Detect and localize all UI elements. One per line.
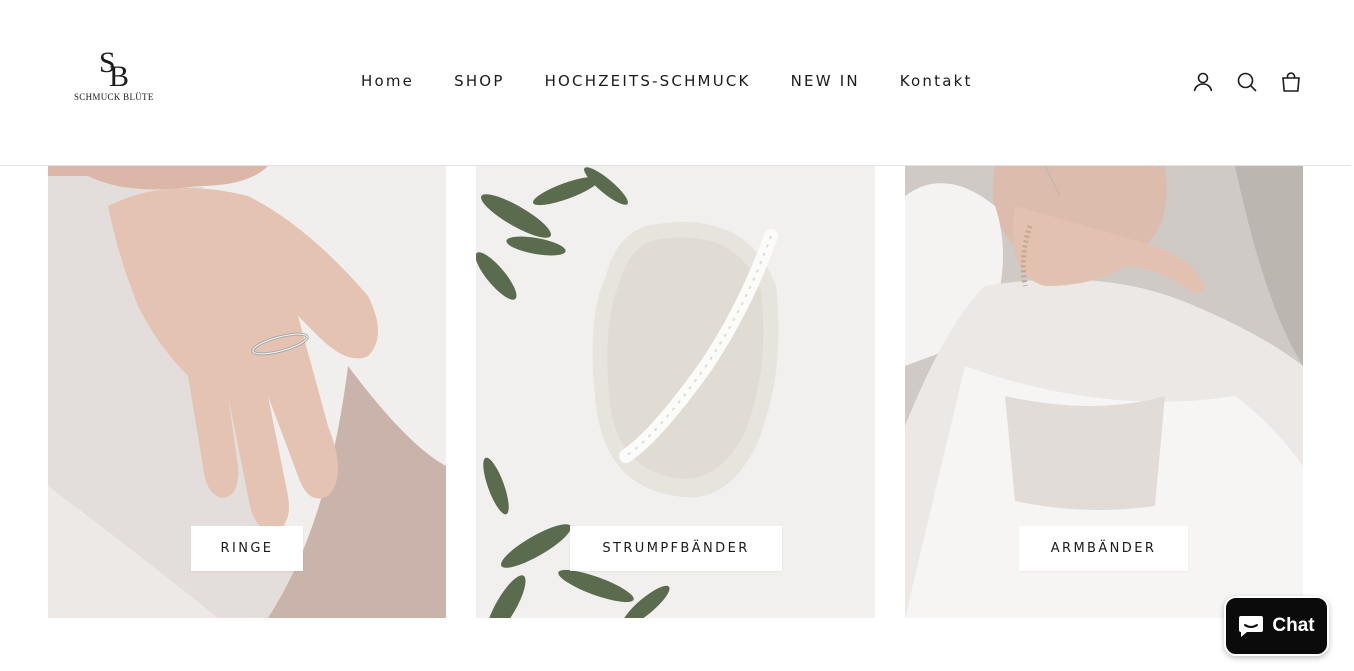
collection-button-strumpfbaender[interactable]: STRUMPFBÄNDER: [570, 526, 782, 571]
brand-monogram-icon: S B: [99, 46, 129, 90]
collection-tile-ringe[interactable]: RINGE: [48, 166, 446, 618]
collection-tile-strumpfbaender[interactable]: STRUMPFBÄNDER: [476, 166, 875, 618]
collection-button-armbaender[interactable]: ARMBÄNDER: [1019, 526, 1188, 571]
nav-kontakt[interactable]: Kontakt: [900, 72, 973, 90]
collection-button-ringe[interactable]: RINGE: [191, 526, 303, 571]
search-icon[interactable]: [1235, 70, 1259, 94]
site-header: S B SCHMUCK BLÜTE Home SHOP HOCHZEITS-SC…: [0, 0, 1351, 166]
nav-hochzeits-schmuck[interactable]: HOCHZEITS-SCHMUCK: [545, 72, 751, 90]
main-nav: Home SHOP HOCHZEITS-SCHMUCK NEW IN Konta…: [361, 72, 973, 90]
account-icon[interactable]: [1191, 70, 1215, 94]
chat-bubble-icon: [1239, 616, 1264, 637]
brand-name: SCHMUCK BLÜTE: [74, 92, 154, 102]
brand-logo[interactable]: S B SCHMUCK BLÜTE: [74, 46, 154, 106]
chat-label: Chat: [1272, 615, 1315, 636]
collection-tile-armbaender[interactable]: ARMBÄNDER: [905, 166, 1303, 618]
nav-shop[interactable]: SHOP: [454, 72, 504, 90]
cart-bag-icon[interactable]: [1279, 70, 1303, 94]
nav-new-in[interactable]: NEW IN: [791, 72, 860, 90]
nav-home[interactable]: Home: [361, 72, 414, 90]
header-actions: [1191, 70, 1303, 94]
svg-text:B: B: [109, 60, 129, 90]
chat-button[interactable]: Chat: [1224, 596, 1329, 656]
